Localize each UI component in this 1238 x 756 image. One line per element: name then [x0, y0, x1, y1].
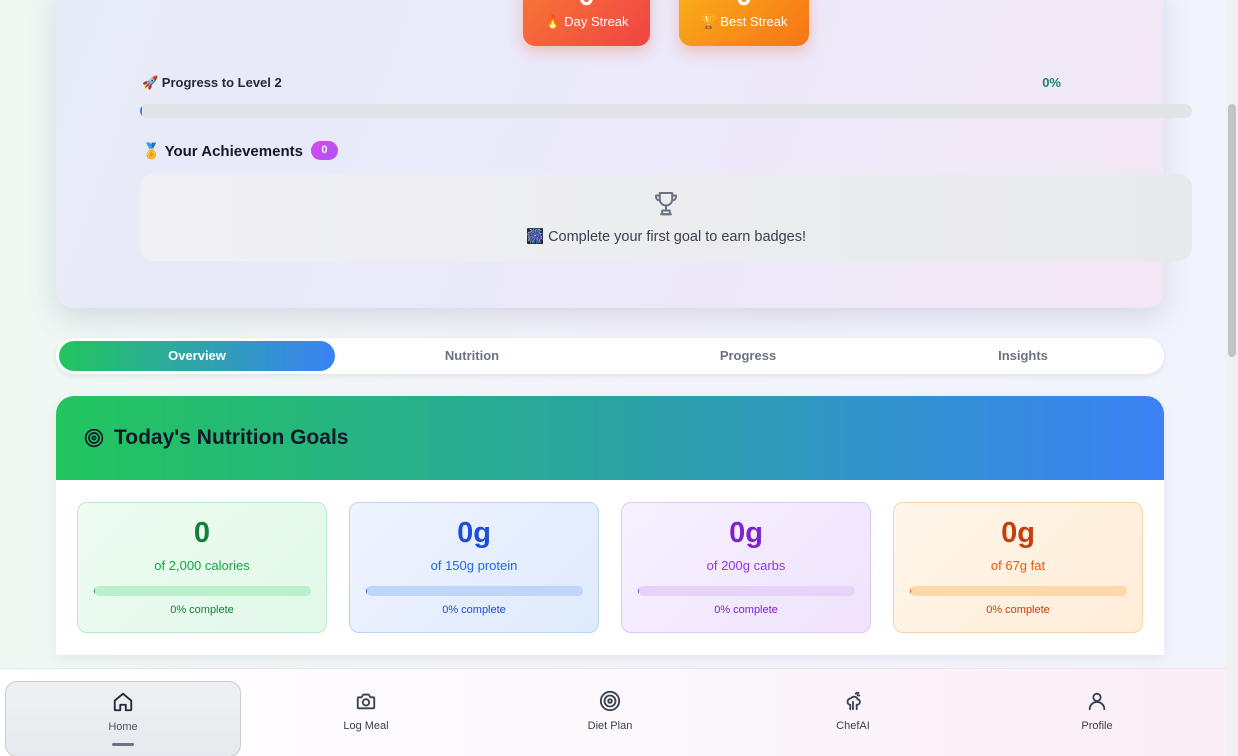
carbs-goal-card: 0g of 200g carbs 0% complete [621, 502, 871, 633]
calories-complete-text: 0% complete [170, 604, 234, 616]
nav-diet-plan-label: Diet Plan [587, 720, 633, 732]
nav-chefai-label: ChefAI [836, 720, 870, 732]
fat-progress-fill [910, 586, 912, 596]
level-progress-bar [140, 104, 1192, 118]
day-streak-card: 0 🔥 Day Streak [523, 0, 650, 46]
carbs-progress-bar [638, 586, 855, 596]
achievements-empty-state: 🎆 Complete your first goal to earn badge… [140, 174, 1192, 261]
best-streak-label: 🏆 Best Streak [700, 14, 788, 29]
nutrition-goals-title: Today's Nutrition Goals [114, 426, 349, 449]
nav-log-meal-label: Log Meal [343, 720, 389, 732]
nav-profile-label: Profile [1081, 720, 1113, 732]
best-streak-card: 0 🏆 Best Streak [679, 0, 809, 46]
day-streak-label: 🔥 Day Streak [544, 14, 629, 29]
tab-nutrition[interactable]: Nutrition [334, 341, 610, 371]
day-streak-value: 0 [523, 0, 650, 12]
calories-goal-card: 0 of 2,000 calories 0% complete [77, 502, 327, 633]
protein-value: 0g [457, 517, 491, 549]
calories-progress-fill [94, 586, 96, 596]
page-scrollbar[interactable] [1226, 0, 1238, 756]
calories-target: of 2,000 calories [154, 558, 250, 573]
protein-goal-card: 0g of 150g protein 0% complete [349, 502, 599, 633]
fat-value: 0g [1001, 517, 1035, 549]
home-icon [113, 692, 133, 712]
gamification-card: 0 🔥 Day Streak 0 🏆 Best Streak 🚀 Progres… [56, 0, 1192, 308]
level-progress-percent: 0% [1042, 75, 1061, 90]
fat-target: of 67g fat [990, 558, 1046, 573]
protein-complete-text: 0% complete [442, 604, 506, 616]
tab-progress[interactable]: Progress [610, 341, 886, 371]
target-icon [84, 428, 104, 448]
tab-insights[interactable]: Insights [885, 341, 1161, 371]
carbs-progress-fill [638, 586, 640, 596]
achievements-count-badge: 0 [310, 141, 338, 160]
carbs-complete-text: 0% complete [714, 604, 778, 616]
scrollbar-thumb[interactable] [1228, 104, 1236, 357]
nutrition-goals-card: Today's Nutrition Goals 0 of 2,000 calor… [56, 396, 1164, 655]
calories-progress-bar [94, 586, 311, 596]
user-icon [1088, 692, 1106, 711]
level-progress-fill [140, 104, 142, 118]
tab-overview[interactable]: Overview [59, 341, 335, 371]
protein-progress-fill [366, 586, 368, 596]
level-progress-label: 🚀 Progress to Level 2 [142, 75, 282, 90]
nav-home[interactable]: Home [5, 681, 241, 756]
best-streak-value: 0 [679, 0, 809, 12]
fat-complete-text: 0% complete [986, 604, 1050, 616]
nav-chefai[interactable]: ChefAI [783, 669, 923, 756]
achievements-heading: 🏅 Your Achievements 0 [142, 141, 338, 160]
achievements-empty-message: 🎆 Complete your first goal to earn badge… [525, 229, 806, 245]
bottom-navigation: Home Log Meal Diet Plan ChefAI Profile [0, 668, 1226, 756]
nav-home-label: Home [108, 721, 138, 733]
dashboard-tabs: Overview Nutrition Progress Insights [56, 338, 1164, 374]
nav-log-meal[interactable]: Log Meal [296, 669, 436, 756]
fat-goal-card: 0g of 67g fat 0% complete [893, 502, 1143, 633]
camera-icon [356, 693, 376, 710]
protein-target: of 150g protein [430, 558, 518, 573]
fat-progress-bar [910, 586, 1127, 596]
protein-progress-bar [366, 586, 583, 596]
target-icon [599, 690, 621, 712]
nav-profile[interactable]: Profile [1027, 669, 1167, 756]
active-indicator [112, 743, 134, 746]
carbs-value: 0g [729, 517, 763, 549]
chef-hat-icon [846, 691, 861, 711]
achievements-title: 🏅 Your Achievements [142, 142, 303, 160]
calories-value: 0 [193, 517, 211, 549]
carbs-target: of 200g carbs [706, 558, 786, 573]
nav-diet-plan[interactable]: Diet Plan [540, 669, 680, 756]
nutrition-goals-header: Today's Nutrition Goals [56, 396, 1164, 480]
trophy-icon [655, 192, 677, 216]
